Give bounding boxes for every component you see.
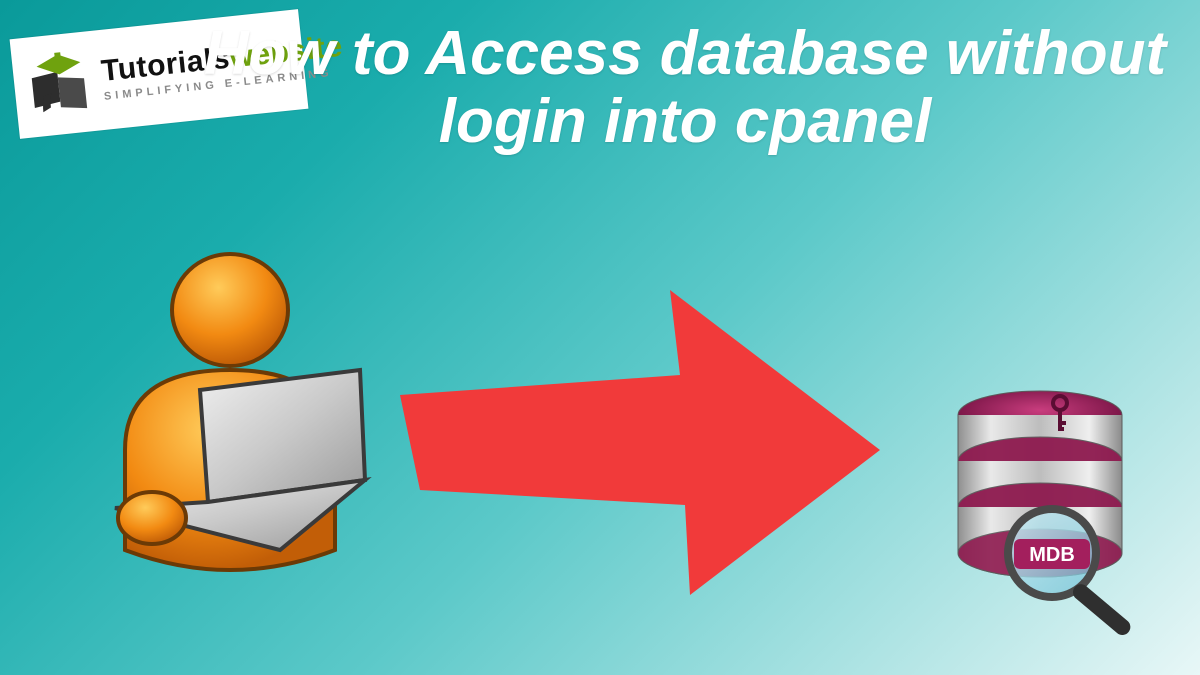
user-laptop-icon xyxy=(80,250,380,580)
book-cap-icon xyxy=(21,45,100,124)
page-title: How to Access database without login int… xyxy=(200,20,1170,156)
arrow-right-icon xyxy=(400,280,880,600)
database-icon: MDB xyxy=(940,385,1160,645)
db-badge: MDB xyxy=(1029,544,1075,566)
thumbnail-canvas: Tutorialswebsite SIMPLIFYING E-LEARNING … xyxy=(0,0,1200,675)
